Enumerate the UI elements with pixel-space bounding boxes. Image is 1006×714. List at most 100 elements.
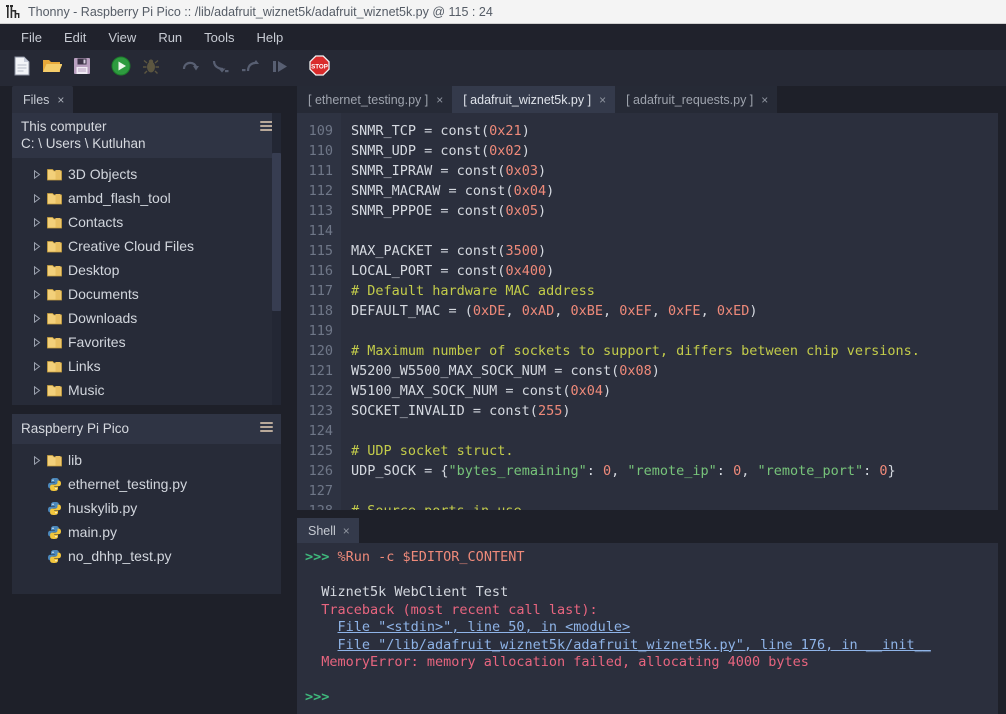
hamburger-menu-icon[interactable]: [260, 422, 273, 432]
tab-shell[interactable]: Shell ×: [297, 518, 359, 543]
list-item[interactable]: Favorites: [12, 330, 281, 354]
stop-button[interactable]: STOP: [305, 54, 333, 82]
chevron-right-icon[interactable]: [30, 242, 44, 251]
resume-icon: [270, 57, 290, 80]
list-item-label: lib: [64, 452, 82, 468]
close-icon[interactable]: ×: [599, 93, 606, 107]
code-token: SNMR_TCP = const(: [351, 123, 489, 139]
code-token: UDP_SOCK = {: [351, 463, 449, 479]
list-item[interactable]: Contacts: [12, 210, 281, 234]
code-token: 0x08: [619, 363, 652, 379]
folder-icon: [44, 384, 64, 397]
code-token: 0: [733, 463, 741, 479]
code-line: # UDP socket struct.: [351, 441, 998, 461]
shell-file-link[interactable]: File "<stdin>", line 50, in <module>: [338, 619, 631, 635]
list-item[interactable]: Music: [12, 378, 281, 402]
line-number-gutter: 1091101111121131141151161171181191201211…: [297, 113, 341, 510]
device-tree-title: Raspberry Pi Pico: [21, 420, 273, 437]
list-item[interactable]: Documents: [12, 282, 281, 306]
folder-icon: [44, 192, 64, 205]
code-token: 0xFE: [668, 303, 701, 319]
list-item[interactable]: Creative Cloud Files: [12, 234, 281, 258]
step-over-button[interactable]: [176, 54, 204, 82]
code-token: ,: [603, 303, 619, 319]
code-token: "remote_port": [757, 463, 863, 479]
close-icon[interactable]: ×: [57, 93, 64, 107]
code-token: 0xEF: [619, 303, 652, 319]
code-token: ): [652, 363, 660, 379]
save-button[interactable]: [68, 54, 96, 82]
list-item[interactable]: Links: [12, 354, 281, 378]
code-token: ,: [611, 463, 627, 479]
code-token: SNMR_UDP = const(: [351, 143, 489, 159]
line-number: 123: [297, 401, 333, 421]
shell-text: MemoryError: memory allocation failed, a…: [305, 654, 809, 670]
new-file-button[interactable]: [8, 54, 36, 82]
chevron-right-icon[interactable]: [30, 314, 44, 323]
close-icon[interactable]: ×: [761, 93, 768, 107]
chevron-right-icon[interactable]: [30, 362, 44, 371]
shell-line: File "/lib/adafruit_wiznet5k/adafruit_wi…: [305, 637, 998, 655]
list-item[interactable]: huskylib.py: [12, 496, 281, 520]
tab-files[interactable]: Files ×: [12, 86, 73, 113]
close-icon[interactable]: ×: [343, 524, 350, 538]
list-item[interactable]: ethernet_testing.py: [12, 472, 281, 496]
code-line: # Maximum number of sockets to support, …: [351, 341, 998, 361]
menu-run[interactable]: Run: [147, 27, 193, 48]
shell-file-link[interactable]: File "/lib/adafruit_wiznet5k/adafruit_wi…: [338, 637, 931, 653]
line-number: 118: [297, 301, 333, 321]
local-tree-scrollbar[interactable]: [272, 153, 281, 311]
step-into-icon: [210, 57, 230, 80]
menu-view[interactable]: View: [97, 27, 147, 48]
list-item[interactable]: no_dhhp_test.py: [12, 544, 281, 568]
chevron-right-icon[interactable]: [30, 266, 44, 275]
chevron-right-icon[interactable]: [30, 456, 44, 465]
menu-edit[interactable]: Edit: [53, 27, 97, 48]
step-into-button[interactable]: [206, 54, 234, 82]
code-token: ,: [652, 303, 668, 319]
run-button[interactable]: [107, 54, 135, 82]
chevron-right-icon[interactable]: [30, 218, 44, 227]
tab-ethernet-testing[interactable]: [ ethernet_testing.py ] ×: [297, 86, 452, 113]
shell-text: [305, 619, 338, 635]
open-file-button[interactable]: [38, 54, 66, 82]
menu-file[interactable]: File: [10, 27, 53, 48]
list-item[interactable]: main.py: [12, 520, 281, 544]
list-item[interactable]: 3D Objects: [12, 162, 281, 186]
debug-button[interactable]: [137, 54, 165, 82]
code-line: # Source ports in use: [351, 501, 998, 510]
menu-tools[interactable]: Tools: [193, 27, 245, 48]
code-editor[interactable]: 1091101111121131141151161171181191201211…: [297, 113, 998, 510]
resume-button[interactable]: [266, 54, 294, 82]
chevron-right-icon[interactable]: [30, 338, 44, 347]
close-icon[interactable]: ×: [436, 93, 443, 107]
chevron-right-icon[interactable]: [30, 386, 44, 395]
code-text-area[interactable]: SNMR_TCP = const(0x21)SNMR_UDP = const(0…: [341, 113, 998, 510]
python-file-icon: [44, 477, 64, 492]
local-files-tree: This computer C: \ Users \ Kutluhan 3D O…: [12, 113, 281, 405]
code-token: ): [603, 383, 611, 399]
line-number: 121: [297, 361, 333, 381]
code-token: :: [587, 463, 603, 479]
code-token: ): [546, 263, 554, 279]
folder-icon: [44, 264, 64, 277]
shell-output[interactable]: >>> %Run -c $EDITOR_CONTENT Wiznet5k Web…: [297, 543, 998, 714]
line-number: 122: [297, 381, 333, 401]
folder-icon: [44, 336, 64, 349]
menu-help[interactable]: Help: [246, 27, 295, 48]
list-item[interactable]: ambd_flash_tool: [12, 186, 281, 210]
code-token: ): [538, 163, 546, 179]
tab-adafruit-requests[interactable]: [ adafruit_requests.py ] ×: [615, 86, 777, 113]
list-item[interactable]: Desktop: [12, 258, 281, 282]
chevron-right-icon[interactable]: [30, 290, 44, 299]
code-token: SNMR_PPPOE = const(: [351, 203, 505, 219]
chevron-right-icon[interactable]: [30, 194, 44, 203]
tab-label: [ ethernet_testing.py ]: [308, 93, 428, 107]
tab-adafruit-wiznet5k[interactable]: [ adafruit_wiznet5k.py ] ×: [452, 86, 615, 113]
list-item[interactable]: Downloads: [12, 306, 281, 330]
shell-text: Traceback (most recent call last):: [305, 602, 598, 618]
step-out-button[interactable]: [236, 54, 264, 82]
chevron-right-icon[interactable]: [30, 170, 44, 179]
list-item[interactable]: lib: [12, 448, 281, 472]
code-line: SNMR_UDP = const(0x02): [351, 141, 998, 161]
